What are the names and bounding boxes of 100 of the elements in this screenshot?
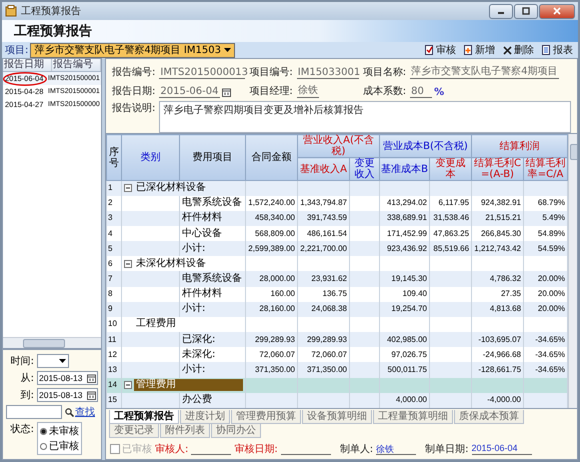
table-cell: 2,221,700.00 bbox=[298, 241, 350, 256]
table-cell: 299,289.93 bbox=[246, 332, 298, 348]
column-header[interactable]: 合同金额 bbox=[246, 134, 298, 180]
column-header[interactable]: 变更成本 bbox=[430, 158, 472, 180]
horizontal-scrollbar[interactable] bbox=[3, 337, 101, 348]
table-cell: 28,000.00 bbox=[246, 271, 298, 287]
tab[interactable]: 进度计划 bbox=[180, 410, 230, 424]
field-label: 报告说明: bbox=[112, 102, 156, 116]
table-cell: -103,695.07 bbox=[472, 332, 524, 348]
calendar-icon bbox=[87, 374, 96, 382]
column-header: 报告编号 bbox=[52, 59, 101, 71]
project-select[interactable]: 萍乡市交警支队电子警察4期项目 IM1503 bbox=[30, 42, 235, 58]
table-row[interactable]: 15 办公费 4,000.00 -4,000.00 bbox=[106, 392, 568, 408]
circle-annotation bbox=[3, 72, 47, 86]
table-cell: 31,538.46 bbox=[430, 210, 472, 226]
table-row[interactable]: 1 已深化材料设备 bbox=[106, 180, 568, 196]
tab[interactable]: 质保成本预算 bbox=[454, 410, 524, 424]
maximize-button[interactable] bbox=[514, 4, 538, 18]
table-cell: 28,160.00 bbox=[246, 302, 298, 317]
input-field[interactable]: 萍乡市交警支队电子警察4期项目 bbox=[410, 64, 558, 79]
tab[interactable]: 工程预算报告 bbox=[109, 410, 179, 424]
search-button[interactable]: 查找 bbox=[65, 405, 95, 419]
tab[interactable]: 设备预算明细 bbox=[302, 410, 372, 424]
column-header[interactable]: 序号 bbox=[106, 134, 122, 180]
audit-button[interactable]: 审核 bbox=[423, 43, 458, 57]
input-field[interactable]: 80 bbox=[410, 86, 432, 98]
column-header[interactable]: 基准成本B bbox=[380, 158, 430, 180]
category-label: 工程费用 bbox=[135, 318, 177, 330]
table-cell: 4,813.68 bbox=[472, 302, 524, 317]
table-row[interactable]: 7 电警系统设备 28,000.00 23,931.62 19,145.30 4,786.32 20.00% bbox=[106, 271, 568, 287]
table-row[interactable]: 11 已深化: 299,289.93 299,289.93 402,985.00 -103,695.07 -34.65% bbox=[106, 332, 568, 348]
add-button[interactable]: 新增 bbox=[462, 43, 497, 57]
from-label: 从: bbox=[20, 372, 34, 385]
field-label: 项目经理: bbox=[249, 85, 293, 98]
column-header[interactable]: 类别 bbox=[122, 134, 180, 180]
table-cell: 391,743.59 bbox=[298, 210, 350, 226]
audit-date-label: 审核日期: bbox=[234, 442, 278, 456]
tab[interactable]: 附件列表 bbox=[160, 424, 210, 438]
input-field[interactable]: 2015-06-04 bbox=[159, 86, 220, 98]
column-header[interactable]: 结算毛利率=C/A bbox=[524, 158, 568, 180]
vertical-scrollbar[interactable] bbox=[568, 134, 577, 408]
project-label: 项目: bbox=[5, 44, 28, 57]
date-field[interactable]: 2015-08-13 bbox=[37, 371, 98, 385]
row-number: 9 bbox=[106, 302, 122, 317]
table-cell: 299,289.93 bbox=[298, 332, 350, 348]
collapse-icon[interactable] bbox=[124, 260, 132, 268]
close-button[interactable] bbox=[539, 4, 575, 18]
table-cell: 小计: bbox=[180, 302, 246, 317]
close-icon bbox=[553, 7, 561, 15]
caret-icon bbox=[59, 358, 66, 364]
make-date-field[interactable]: 2015-06-04 bbox=[472, 443, 532, 455]
tab[interactable]: 工程量预算明细 bbox=[373, 410, 453, 424]
collapse-icon[interactable] bbox=[124, 184, 132, 192]
maker-field[interactable]: 徐铁 bbox=[376, 443, 416, 455]
table-cell: 21,515.21 bbox=[472, 210, 524, 226]
table-cell: 458,340.00 bbox=[246, 210, 298, 226]
document-icon bbox=[542, 45, 551, 55]
table-row[interactable]: 5 小计: 2,599,389.00 2,221,700.00 923,436.92 85,519.66 1,212,743.42 54.59% bbox=[106, 241, 568, 256]
tab[interactable]: 管理费用预算 bbox=[231, 410, 301, 424]
search-field[interactable] bbox=[6, 405, 62, 419]
table-row[interactable]: 9 小计: 28,160.00 24,068.38 19,254.70 4,813.68 20.00% bbox=[106, 302, 568, 317]
page-title: 工程预算报告 bbox=[14, 22, 92, 40]
table-row[interactable]: 3 杆件材料 458,340.00 391,743.59 338,689.91 31,538.46 21,515.21 5.49% bbox=[106, 210, 568, 226]
percent-unit: % bbox=[434, 86, 444, 98]
table-cell: 4,786.32 bbox=[472, 271, 524, 287]
delete-button[interactable]: 删除 bbox=[501, 43, 536, 57]
field-label: 项目编号: bbox=[249, 66, 293, 79]
column-header[interactable]: 变更收入 bbox=[350, 158, 380, 180]
table-row[interactable]: 14 管理费用 bbox=[106, 378, 568, 393]
app-icon bbox=[5, 5, 17, 17]
input-field[interactable]: IMTS2015000013 bbox=[159, 67, 246, 79]
caret-icon bbox=[224, 48, 231, 52]
radio-option[interactable]: 未审核 bbox=[40, 424, 79, 438]
time-dropdown[interactable] bbox=[37, 354, 69, 368]
column-group-header: 结算利润 bbox=[472, 134, 568, 158]
collapse-icon[interactable] bbox=[124, 381, 132, 390]
table-row[interactable]: 13 小计: 371,350.00 371,350.00 500,011.75 -128,661.75 -34.65% bbox=[106, 362, 568, 378]
radio-option[interactable]: 已审核 bbox=[40, 439, 79, 453]
column-header[interactable]: 结算毛利C=(A-B) bbox=[472, 158, 524, 180]
calendar-icon[interactable] bbox=[222, 88, 230, 96]
row-number: 3 bbox=[106, 210, 122, 226]
field-label: 成本系数: bbox=[362, 84, 406, 98]
minimize-button[interactable] bbox=[489, 4, 513, 18]
input-field[interactable]: 徐铁 bbox=[296, 83, 319, 98]
report-button[interactable]: 报表 bbox=[540, 43, 575, 57]
window-title: 工程预算报告 bbox=[21, 4, 81, 18]
row-number: 7 bbox=[106, 271, 122, 287]
date-field[interactable]: 2015-08-13 bbox=[37, 388, 98, 402]
field-label: 项目名称: bbox=[362, 66, 406, 79]
description-field[interactable]: 萍乡电子警察四期项目变更及增补后核算报告 bbox=[159, 101, 571, 133]
tab[interactable]: 变更记录 bbox=[109, 424, 159, 438]
column-header[interactable]: 基准收入A bbox=[298, 158, 350, 180]
column-header[interactable]: 费用项目 bbox=[180, 134, 246, 180]
table-cell: 19,254.70 bbox=[380, 302, 430, 317]
calendar-icon bbox=[87, 390, 96, 400]
input-field[interactable]: IM15033001 bbox=[296, 67, 359, 79]
time-label: 时间: bbox=[10, 354, 34, 368]
table-cell: 杆件材料 bbox=[180, 210, 246, 226]
tab[interactable]: 协同办公 bbox=[211, 424, 261, 438]
document-plus-icon bbox=[464, 45, 473, 55]
